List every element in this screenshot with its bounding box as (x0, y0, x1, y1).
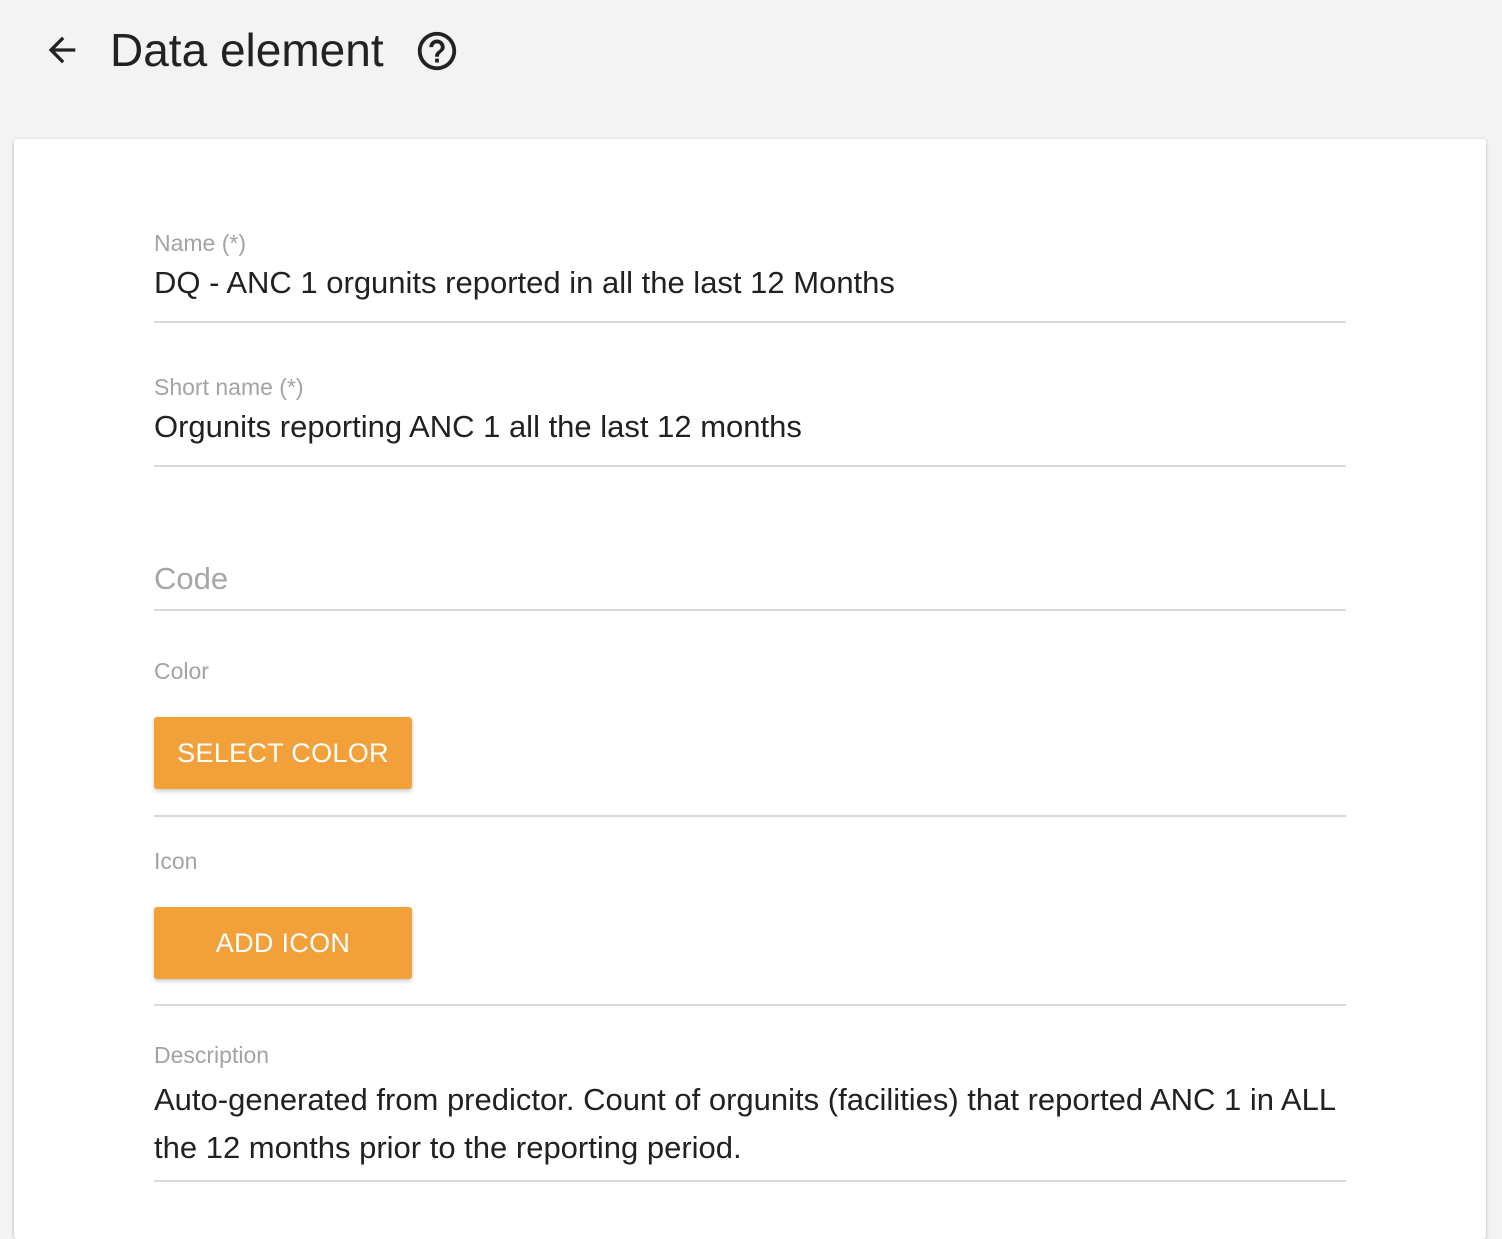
short-name-label: Short name (*) (154, 374, 304, 400)
help-button[interactable] (414, 28, 460, 74)
color-field: Color SELECT COLOR (154, 655, 1346, 819)
short-name-input[interactable]: Orgunits reporting ANC 1 all the last 12… (154, 409, 802, 445)
description-field[interactable]: Description Auto-generated from predicto… (154, 1041, 1346, 1183)
icon-underline (154, 1004, 1346, 1006)
icon-label: Icon (154, 848, 198, 874)
short-name-underline (154, 465, 1346, 467)
name-input[interactable]: DQ - ANC 1 orgunits reported in all the … (154, 265, 895, 301)
arrow-left-icon (48, 36, 76, 64)
color-underline (154, 815, 1346, 817)
code-field[interactable]: Code (154, 549, 1346, 611)
page-title: Data element (110, 24, 384, 76)
name-field[interactable]: Name (*) DQ - ANC 1 orgunits reported in… (154, 227, 1346, 323)
short-name-field[interactable]: Short name (*) Orgunits reporting ANC 1 … (154, 371, 1346, 467)
name-label: Name (*) (154, 230, 247, 256)
code-input[interactable]: Code (154, 561, 228, 597)
back-button[interactable] (38, 26, 86, 74)
description-input[interactable]: Auto-generated from predictor. Count of … (154, 1076, 1346, 1172)
code-underline (154, 609, 1346, 611)
add-icon-button[interactable]: ADD ICON (154, 907, 412, 979)
page-header: Data element (0, 0, 1502, 100)
help-circle-icon (417, 31, 457, 71)
form-card: Name (*) DQ - ANC 1 orgunits reported in… (14, 139, 1486, 1239)
name-underline (154, 321, 1346, 323)
color-label: Color (154, 658, 209, 684)
description-underline (154, 1180, 1346, 1182)
select-color-button[interactable]: SELECT COLOR (154, 717, 412, 789)
icon-field: Icon ADD ICON (154, 845, 1346, 1009)
description-label: Description (154, 1042, 270, 1068)
